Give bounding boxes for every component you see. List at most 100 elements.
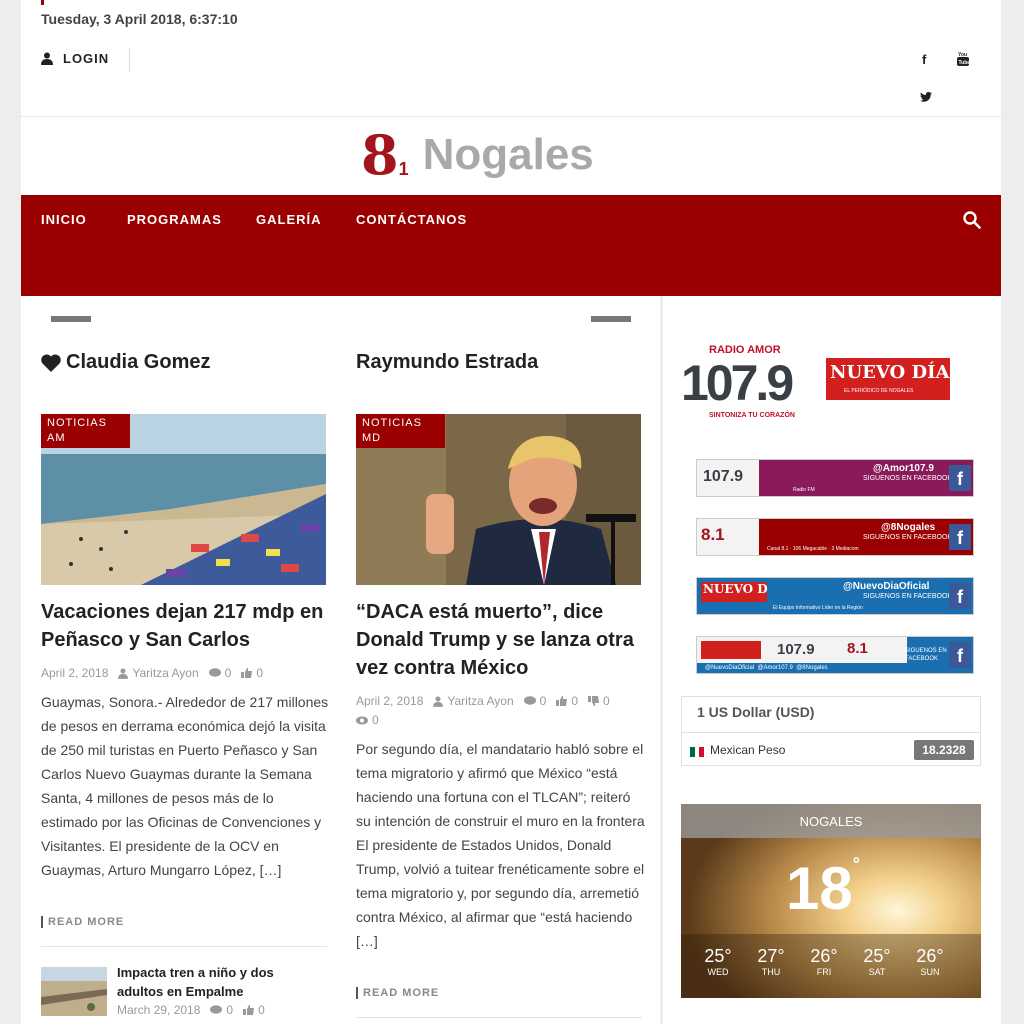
article-meta: April 2, 2018 Yaritza Ayon 0 0 [41,666,269,680]
weather-city: NOGALES [799,814,863,829]
article-headline[interactable]: “DACA está muerto”, dice Donald Trump y … [356,598,641,682]
svg-text:You: You [958,52,967,58]
comments-icon [208,668,221,677]
banner-cta: SIGUENOS EN FACEBOOK [863,475,953,482]
user-icon [41,52,53,65]
related-article-meta: March 29, 2018 0 0 [117,1003,271,1017]
user-icon [118,668,129,679]
author-name: Raymundo Estrada [356,351,539,373]
weather-widget: NOGALES 18° 25° WED 27° THU 26° FRI 25° … [681,804,981,998]
heart-icon [41,353,61,372]
facebook-banner-nuevodia[interactable]: NUEVO DÍA @NuevoDiaOficial SIGUENOS EN F… [696,577,974,615]
read-more-link[interactable]: READ MORE [41,916,124,928]
article-meta: April 2, 2018 Yaritza Ayon 0 0 0 [356,694,616,708]
facebook-banner-amor[interactable]: 107.9 @Amor107.9 SIGUENOS EN FACEBOOK Ra… [696,459,974,497]
forecast-day: 25° WED [704,946,732,977]
article-date: April 2, 2018 [41,666,109,680]
read-more-link[interactable]: READ MORE [356,987,439,999]
page: Tuesday, 3 April 2018, 6:37:10 LOGIN f Y… [21,0,1001,1024]
logo-one: 1 [398,159,409,179]
forecast-temp: 25 [704,946,725,966]
forecast-day-label: FRI [816,967,832,977]
likes-count[interactable]: 0 [571,694,578,708]
forecast-day: 27° THU [757,946,785,977]
thumbs-up-icon [243,1005,255,1015]
article-author[interactable]: Yaritza Ayon [132,666,198,680]
dislikes-count[interactable]: 0 [603,694,610,708]
article-excerpt: Por segundo día, el mandatario habló sob… [356,741,645,949]
facebook-icon: f [949,642,971,668]
related-article-date: March 29, 2018 [117,1003,201,1017]
next-arrow[interactable] [591,316,631,322]
main-nav: INICIO PROGRAMAS GALERÍA CONTÁCTANOS [21,195,1001,296]
logo-eight: 8 [361,123,399,187]
banner-sub: Radio FM [793,487,815,493]
facebook-icon: f [949,583,971,609]
currency-target: Mexican Peso [710,743,786,757]
likes-count[interactable]: 0 [258,1003,265,1017]
comments-count[interactable]: 0 [225,666,232,680]
top-bar: Tuesday, 3 April 2018, 6:37:10 LOGIN f Y… [21,0,1001,117]
likes-count[interactable]: 0 [256,666,263,680]
author-heading: Raymundo Estrada [356,351,538,374]
thumbs-down-icon [588,696,600,706]
login-link[interactable]: LOGIN [41,51,109,66]
nav-item-programas[interactable]: PROGRAMAS [127,212,222,227]
divider [129,48,130,72]
search-icon[interactable] [963,211,981,234]
accent-mark [41,0,44,5]
related-article-title[interactable]: Impacta tren a niño y dos adultos en Emp… [117,963,317,1001]
banner-brand: 107.9 [703,468,744,485]
main-content: Claudia Gomez NOTICIAS AM Vacaciones dej… [21,296,661,1024]
youtube-icon[interactable]: You Tube [957,52,970,69]
forecast-day: 26° SUN [916,946,944,977]
article-headline[interactable]: Vacaciones dejan 217 mdp en Peñasco y Sa… [41,598,326,654]
forecast-temp: 26 [810,946,831,966]
currency-widget: 1 US Dollar (USD) Mexican Peso 18.2328 [681,696,981,766]
banner-brand: NUEVO DÍA [701,582,767,602]
divider [356,1017,642,1018]
nuevo-dia-logo[interactable]: NUEVO DÍA EL PERIÓDICO DE NOGALES [826,358,950,400]
thumbs-up-icon [556,696,568,706]
article-author[interactable]: Yaritza Ayon [447,694,513,708]
paper-name: NUEVO DÍA [830,362,950,383]
site-logo[interactable]: 8 1 Nogales [361,122,594,188]
eye-icon [356,716,368,724]
forecast-day-label: WED [707,967,729,977]
facebook-icon: f [949,465,971,491]
forecast-temp: 27 [757,946,778,966]
forecast-day: 26° FRI [810,946,838,977]
banner-cta: SIGUENOS EN FACEBOOK [863,534,953,541]
banner-cta: SIGUENOS EN FACEBOOK [863,593,953,600]
forecast-day-label: SUN [920,967,940,977]
banner-sub: El Equipo Informativo Líder en la Región [773,605,863,611]
prev-arrow[interactable] [51,316,91,322]
category-badge[interactable]: NOTICIAS MD [356,414,445,448]
radio-amor-logo[interactable]: RADIO AMOR 107.9 SINTONIZA TU CORAZÓN [681,344,811,426]
twitter-icon[interactable] [920,90,932,105]
mexico-flag-icon [690,747,705,757]
nav-item-contactanos[interactable]: CONTÁCTANOS [356,212,467,227]
facebook-banner-all[interactable]: 107.9 8.1 @NuevoDiaOficial @Amor107.9 @8… [696,636,974,674]
article-image[interactable]: NOTICIAS MD [356,414,641,585]
divider [41,946,327,947]
current-date: Tuesday, 3 April 2018, 6:37:10 [41,11,238,27]
related-article-image[interactable] [41,967,107,1016]
nav-item-inicio[interactable]: INICIO [41,212,87,227]
current-temp-value: 18 [786,855,853,922]
comments-count[interactable]: 0 [540,694,547,708]
views-meta: 0 [356,713,385,727]
facebook-banner-8nogales[interactable]: 8.1 @8Nogales SIGUENOS EN FACEBOOK Canal… [696,518,974,556]
category-badge[interactable]: NOTICIAS AM [41,414,130,448]
forecast-day-label: SAT [868,967,886,977]
comments-count[interactable]: 0 [226,1003,233,1017]
forecast-temp: 26 [916,946,937,966]
nav-item-galeria[interactable]: GALERÍA [256,212,322,227]
facebook-icon[interactable]: f [922,52,926,67]
banner-brand: 8.1 [701,525,725,544]
article-image[interactable]: NOTICIAS AM [41,414,326,585]
banner-sub: Canal 8.1 · 106 Megacable · 3 Mediacom [767,546,859,552]
views-count: 0 [372,713,379,727]
article-excerpt: Guaymas, Sonora.- Alrededor de 217 millo… [41,694,329,878]
currency-base: 1 US Dollar (USD) [697,704,815,720]
